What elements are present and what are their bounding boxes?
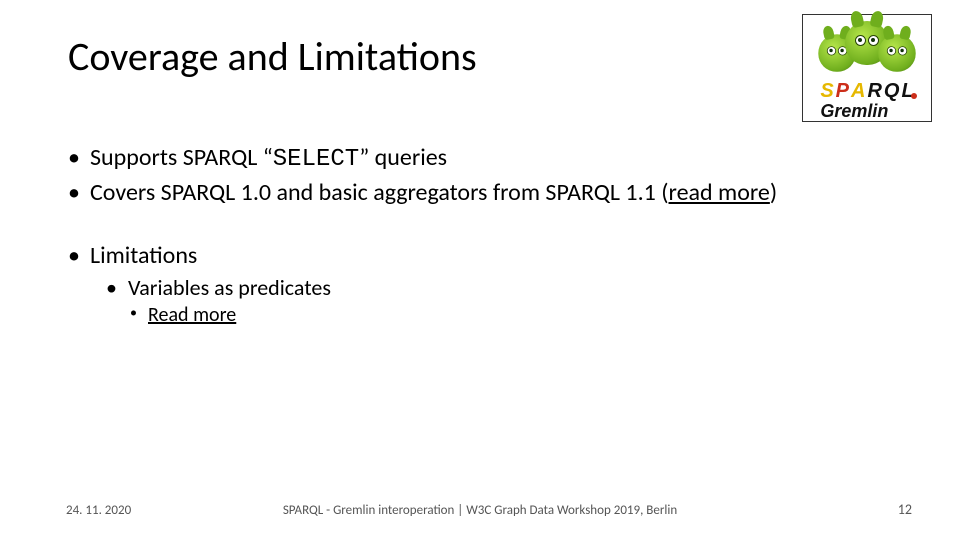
slide: Coverage and Limitations SPARQL Gremlin …: [0, 0, 960, 540]
read-more-link-coverage[interactable]: read more: [669, 178, 770, 207]
slide-number: 12: [898, 501, 912, 518]
gremlin-characters-icon: [817, 21, 917, 75]
logo-text-gremlin: Gremlin: [820, 102, 888, 120]
logo-text-sparql: SPARQL: [820, 81, 913, 101]
sparql-gremlin-logo: SPARQL Gremlin: [802, 14, 932, 122]
read-more-link-limitations[interactable]: Read more: [148, 303, 236, 327]
logo-wordmark: SPARQL Gremlin: [820, 81, 913, 120]
footer-title: SPARQL - Gremlin interoperation | W3C Gr…: [0, 503, 960, 518]
subbullet-variables-predicates: Variables as predicates: [106, 274, 888, 303]
bullet-covers-sparql: Covers SPARQL 1.0 and basic aggregators …: [68, 177, 888, 208]
code-select: SELECT: [273, 146, 359, 173]
bullet-supports-select: Supports SPARQL “SELECT” queries: [68, 142, 888, 175]
slide-body: Supports SPARQL “SELECT” queries Covers …: [68, 142, 888, 328]
subsubbullet-read-more: Read more: [130, 302, 888, 328]
bullet-limitations: Limitations: [68, 240, 888, 271]
slide-title: Coverage and Limitations: [68, 32, 477, 81]
